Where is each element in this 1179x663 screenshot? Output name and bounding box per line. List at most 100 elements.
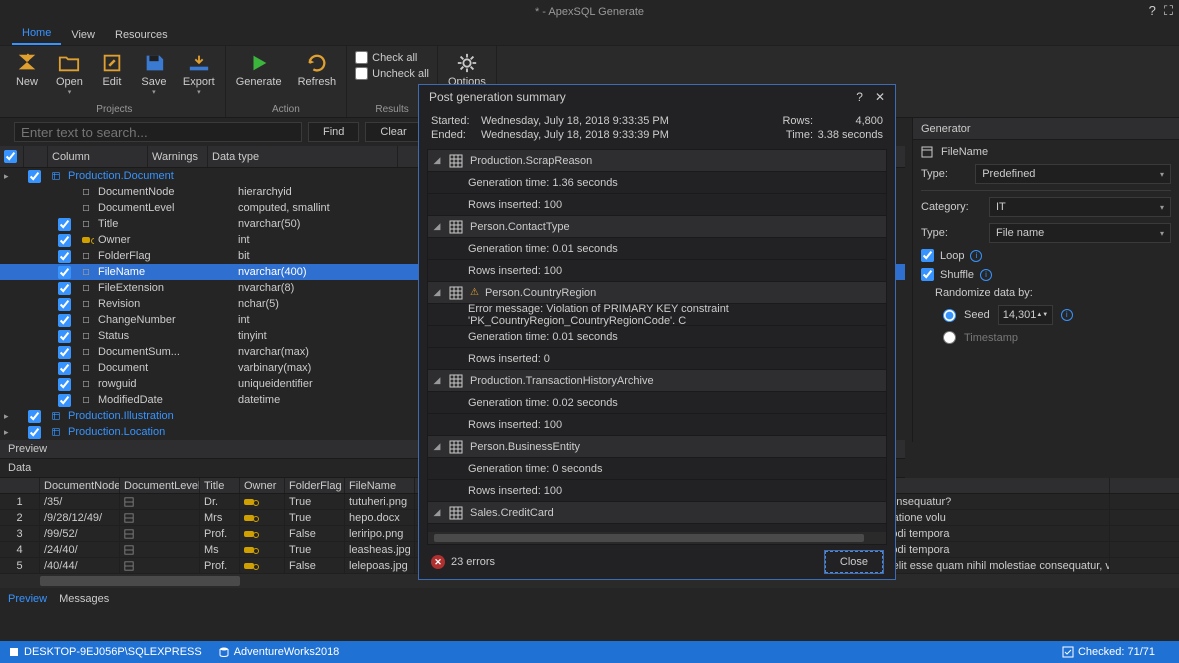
generate-button[interactable]: Generate <box>230 48 288 90</box>
table-icon <box>448 373 464 389</box>
expander-icon[interactable]: ◢ <box>432 441 442 452</box>
generator-panel: Generator FileName Type: Predefined▾ Cat… <box>912 118 1179 442</box>
summary-table-row[interactable]: ◢⚠Person.CountryRegion <box>428 282 886 304</box>
summary-table-row[interactable]: ◢Sales.CreditCard <box>428 502 886 524</box>
summary-detail-row: Generation time: 1.36 seconds <box>428 172 886 194</box>
help-icon[interactable]: ? <box>1149 3 1156 19</box>
summary-detail-row: Generation time: 0 seconds <box>428 458 886 480</box>
new-icon <box>14 50 40 76</box>
find-button[interactable]: Find <box>308 122 359 142</box>
modal-started: Wednesday, July 18, 2018 9:33:35 PM <box>481 115 773 127</box>
status-checked: Checked: 71/71 <box>1078 646 1155 658</box>
modal-scrollbar[interactable] <box>428 532 886 544</box>
summary-table-row[interactable]: ◢Production.TransactionHistoryArchive <box>428 370 886 392</box>
generator-title: Generator <box>913 118 1179 140</box>
type-select[interactable]: Predefined▾ <box>975 164 1171 184</box>
summary-detail-row: Generation time: 0.02 seconds <box>428 392 886 414</box>
key-icon <box>82 237 90 243</box>
summary-detail-row: Generation time: 0.01 seconds <box>428 326 886 348</box>
maximize-icon[interactable]: ⛶ <box>1164 3 1173 19</box>
status-db: AdventureWorks2018 <box>234 646 340 658</box>
clear-button[interactable]: Clear <box>365 122 421 142</box>
refresh-icon <box>304 50 330 76</box>
ribbon-group-projects: Projects <box>96 102 132 117</box>
messages-tab[interactable]: Messages <box>59 593 109 605</box>
seed-input[interactable]: 14,301 ▲▼ <box>998 305 1053 325</box>
server-icon <box>8 646 20 658</box>
table-icon <box>448 505 464 521</box>
summary-detail-row: Error message: Violation of PRIMARY KEY … <box>428 304 886 326</box>
modal-title: Post generation summary <box>429 90 566 104</box>
key-icon <box>244 563 254 569</box>
info-icon[interactable]: i <box>980 269 992 281</box>
modal-results-list[interactable]: ◢Production.ScrapReasonGeneration time: … <box>427 149 887 545</box>
summary-table-row[interactable]: ◢Person.ContactType <box>428 216 886 238</box>
seed-radio[interactable] <box>943 309 956 322</box>
summary-detail-row: Generation time: 0.01 seconds <box>428 238 886 260</box>
status-server: DESKTOP-9EJ056P\SQLEXPRESS <box>24 646 202 658</box>
table-icon <box>448 439 464 455</box>
info-icon[interactable]: i <box>970 250 982 262</box>
status-bar: DESKTOP-9EJ056P\SQLEXPRESS AdventureWork… <box>0 641 1179 663</box>
tab-home[interactable]: Home <box>12 23 61 45</box>
open-button[interactable]: Open▾ <box>50 48 89 98</box>
expander-icon[interactable]: ◢ <box>432 221 442 232</box>
tab-resources[interactable]: Resources <box>105 25 178 45</box>
export-button[interactable]: Export▾ <box>177 48 221 98</box>
modal-ended: Wednesday, July 18, 2018 9:33:39 PM <box>481 129 773 141</box>
tab-view[interactable]: View <box>61 25 105 45</box>
summary-table-row[interactable]: ◢Production.ScrapReason <box>428 150 886 172</box>
refresh-button[interactable]: Refresh <box>292 48 343 90</box>
help-icon[interactable]: ? <box>856 90 863 104</box>
info-icon[interactable]: i <box>1061 309 1073 321</box>
modal-time: 3.38 seconds <box>813 129 883 141</box>
summary-detail-row: Rows inserted: 0 <box>428 348 886 370</box>
summary-detail-row: Rows inserted: 100 <box>428 260 886 282</box>
randomize-label: Randomize data by: <box>921 287 1171 299</box>
close-button[interactable]: Close <box>825 551 883 573</box>
uncheck-all-checkbox[interactable]: Uncheck all <box>355 67 429 80</box>
close-icon[interactable]: ✕ <box>875 90 885 104</box>
generator-field: FileName <box>941 146 988 158</box>
warning-icon: ⚠ <box>470 287 479 298</box>
export-icon <box>186 50 212 76</box>
summary-table-row[interactable]: ◢Person.BusinessEntity <box>428 436 886 458</box>
search-input[interactable] <box>14 122 302 142</box>
table-icon <box>448 153 464 169</box>
summary-detail-row: Rows inserted: 100 <box>428 194 886 216</box>
table-icon <box>448 285 464 301</box>
check-all-checkbox[interactable]: Check all <box>355 51 429 64</box>
expander-icon[interactable]: ◢ <box>432 507 442 518</box>
ribbon-group-action: Action <box>272 102 300 117</box>
loop-checkbox[interactable]: Loop i <box>921 249 1171 262</box>
summary-detail-row: Rows inserted: 100 <box>428 414 886 436</box>
expander-icon[interactable]: ◢ <box>432 155 442 166</box>
error-icon: ✕ <box>431 555 445 569</box>
new-button[interactable]: New <box>8 48 46 98</box>
column-icon <box>921 146 933 158</box>
save-button[interactable]: Save▾ <box>135 48 173 98</box>
menu-tabs: Home View Resources <box>0 24 1179 46</box>
key-icon <box>244 499 254 505</box>
preview-tab[interactable]: Preview <box>8 593 47 605</box>
open-icon <box>56 50 82 76</box>
edit-button[interactable]: Edit <box>93 48 131 98</box>
check-all-tree[interactable] <box>4 150 17 163</box>
expander-icon[interactable]: ◢ <box>432 375 442 386</box>
timestamp-radio[interactable] <box>943 331 956 344</box>
modal-rows: 4,800 <box>813 115 883 127</box>
titlebar: * - ApexSQL Generate ? ⛶ <box>0 0 1179 24</box>
post-generation-summary-dialog: Post generation summary ? ✕ Started: Wed… <box>418 84 896 580</box>
shuffle-checkbox[interactable]: Shuffle i <box>921 268 1171 281</box>
checked-icon <box>1062 646 1074 658</box>
gear-icon <box>454 50 480 76</box>
key-icon <box>244 547 254 553</box>
key-icon <box>244 531 254 537</box>
expander-icon[interactable]: ◢ <box>432 287 442 298</box>
save-icon <box>141 50 167 76</box>
play-icon <box>246 50 272 76</box>
database-icon <box>218 646 230 658</box>
type2-select[interactable]: File name▾ <box>989 223 1171 243</box>
table-icon <box>448 219 464 235</box>
category-select[interactable]: IT▾ <box>989 197 1171 217</box>
